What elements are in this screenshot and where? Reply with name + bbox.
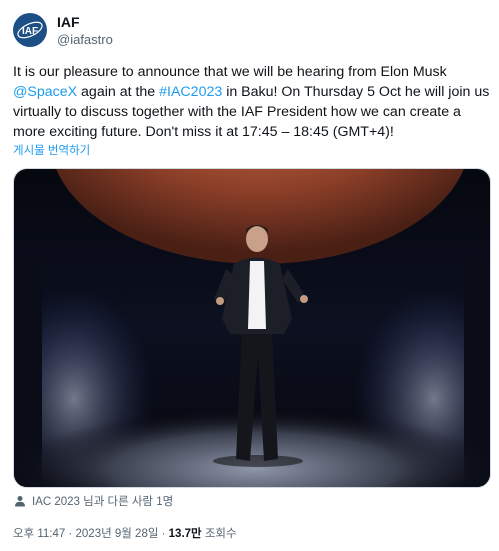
author-name[interactable]: IAF [57, 14, 80, 30]
tagged-text: IAC 2023 님과 다른 사람 1명 [32, 496, 174, 508]
views-count: 13.7만 [168, 528, 202, 540]
hashtag-link[interactable]: #IAC2023 [159, 84, 222, 100]
tweet-meta: 오후 11:47 · 2023년 9월 28일 · 13.7만 조회수 [13, 525, 237, 541]
post-time[interactable]: 오후 11:47 [13, 528, 65, 540]
tweet-text-part-2: again at the [77, 84, 160, 100]
tweet-photo[interactable] [13, 168, 491, 488]
mention-link[interactable]: @SpaceX [13, 84, 77, 100]
views-label: 조회수 [201, 528, 237, 540]
iaf-logo-icon: IAF [17, 21, 43, 39]
meta-separator: · [65, 528, 76, 540]
speaker-on-stage-image [14, 169, 490, 487]
tweet-text-part-1: It is our pleasure to announce that we w… [13, 64, 447, 80]
translate-post-link[interactable]: 게시물 번역하기 [13, 142, 90, 158]
tweet-text: It is our pleasure to announce that we w… [13, 62, 491, 142]
iaf-avatar[interactable]: IAF [13, 13, 47, 47]
meta-separator-2: · [158, 528, 169, 540]
author-handle[interactable]: @iafastro [57, 32, 113, 47]
person-icon [15, 496, 25, 507]
post-date[interactable]: 2023년 9월 28일 [76, 528, 159, 540]
tagged-people[interactable]: IAC 2023 님과 다른 사람 1명 [14, 493, 173, 509]
svg-text:IAF: IAF [22, 26, 38, 37]
